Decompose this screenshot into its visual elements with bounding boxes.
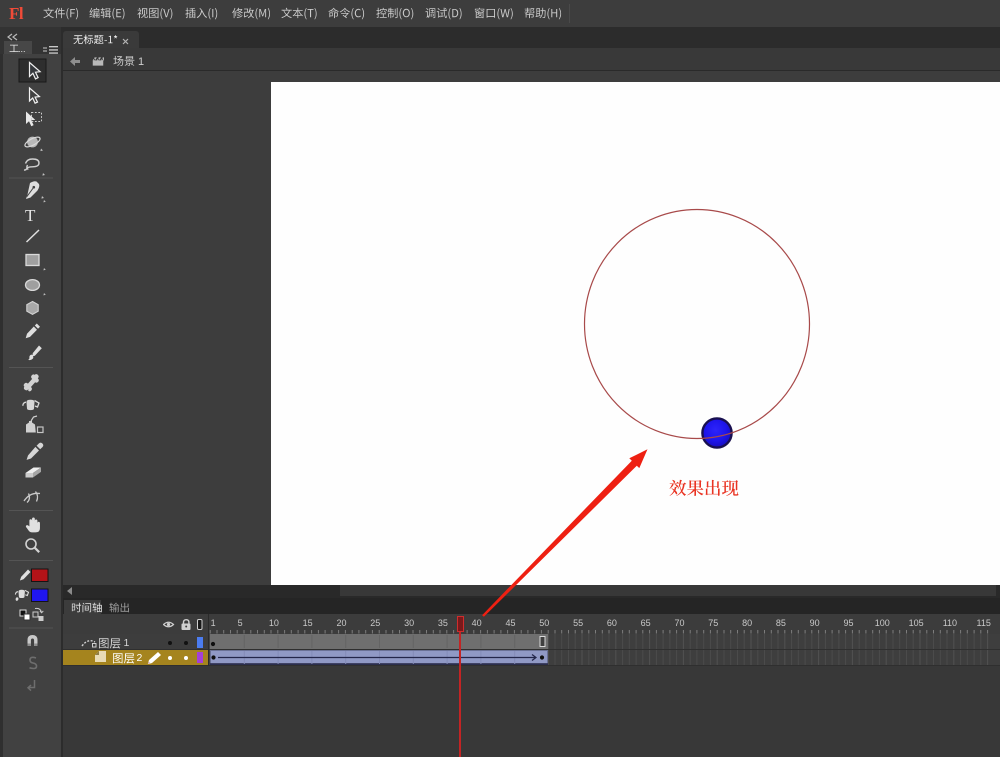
svg-text:T: T [25, 206, 36, 225]
